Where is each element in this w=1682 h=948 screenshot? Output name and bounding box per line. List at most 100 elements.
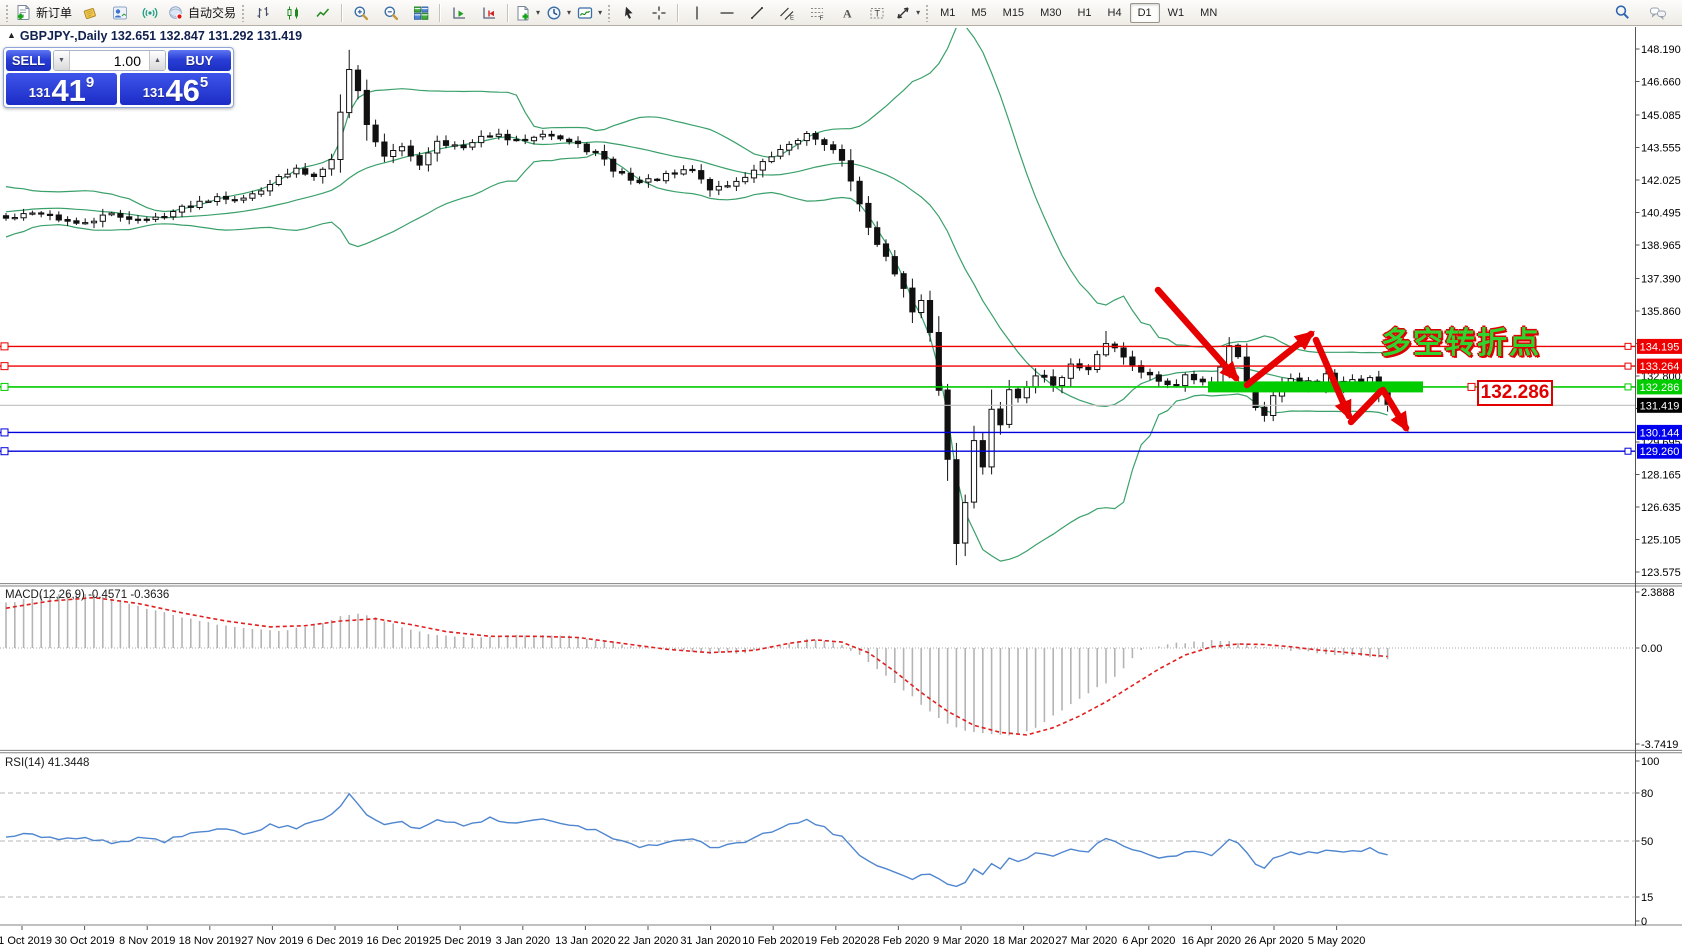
channel-icon: E (779, 5, 795, 21)
trend-arrow[interactable] (1379, 386, 1410, 433)
chart-shift-button[interactable] (474, 2, 504, 24)
volume-decrease-button[interactable]: ▼ (54, 51, 70, 70)
zoom-in-button[interactable] (346, 2, 376, 24)
fibonacci-button[interactable]: F (802, 2, 832, 24)
svg-text:10 Feb 2020: 10 Feb 2020 (742, 935, 804, 947)
line-handle[interactable] (0, 342, 9, 351)
price-label-anchor[interactable] (1467, 382, 1476, 391)
line-chart-button[interactable] (308, 2, 338, 24)
trend-arrow-annotations[interactable] (1154, 286, 1410, 433)
candlestick-chart-button[interactable] (278, 2, 308, 24)
autotrading-button[interactable]: 自动交易 (165, 2, 239, 24)
sell-button[interactable]: SELL (6, 50, 51, 71)
svg-text:25 Dec 2019: 25 Dec 2019 (429, 935, 491, 947)
timeframe-m5-button[interactable]: M5 (963, 3, 994, 23)
chat-button[interactable] (1643, 2, 1673, 24)
volume-input[interactable]: 1.00 (70, 51, 149, 70)
svg-text:9 Mar 2020: 9 Mar 2020 (933, 935, 989, 947)
text-button[interactable]: A (832, 2, 862, 24)
line-handle[interactable] (1624, 362, 1632, 370)
profiles-menu-button[interactable]: ▾ (543, 2, 574, 24)
tile-windows-button[interactable] (406, 2, 436, 24)
search-button[interactable] (1607, 2, 1637, 24)
turning-point-annotation[interactable]: 多空转折点 (1381, 318, 1541, 362)
profiles-button[interactable] (105, 2, 135, 24)
signals-button[interactable] (135, 2, 165, 24)
new-order-button[interactable]: 新订单 (12, 2, 75, 24)
line-handle[interactable] (1624, 447, 1632, 455)
svg-text:13 Jan 2020: 13 Jan 2020 (555, 935, 616, 947)
dropdown-caret-icon[interactable]: ▾ (916, 8, 920, 17)
svg-text:131.419: 131.419 (1640, 400, 1680, 412)
svg-text:6 Apr 2020: 6 Apr 2020 (1122, 935, 1175, 947)
line-handle[interactable] (0, 447, 9, 456)
zoom-out-button[interactable] (376, 2, 406, 24)
bar-chart-button[interactable] (248, 2, 278, 24)
line-handle[interactable] (0, 382, 9, 391)
text-icon: A (839, 5, 855, 21)
timeframe-m1-button[interactable]: M1 (932, 3, 963, 23)
svg-text:27 Mar 2020: 27 Mar 2020 (1055, 935, 1117, 947)
trend-arrow[interactable] (1243, 330, 1315, 389)
timeframe-m15-button[interactable]: M15 (995, 3, 1032, 23)
buy-button[interactable]: BUY (168, 50, 231, 71)
line-handle[interactable] (0, 428, 9, 437)
shapes-button[interactable]: ▾ (892, 2, 923, 24)
timeframe-d1-button[interactable]: D1 (1129, 2, 1160, 23)
dropdown-caret-icon[interactable]: ▾ (598, 8, 602, 17)
trend-line-button[interactable] (742, 2, 772, 24)
svg-text:128.165: 128.165 (1641, 470, 1681, 482)
toolbar-drag-handle[interactable] (241, 3, 247, 22)
timeframe-w1-button[interactable]: W1 (1160, 3, 1193, 23)
collapse-objects-icon[interactable]: ▲ (7, 30, 16, 40)
journal-button[interactable] (75, 2, 105, 24)
line-handle[interactable] (1624, 383, 1632, 391)
timeframe-m30-button[interactable]: M30 (1032, 3, 1069, 23)
signal-icon (142, 5, 158, 21)
chart-canvas[interactable]: 148.190 146.660 145.085 143.555 142.025 140.4… (0, 0, 1682, 948)
fibo-icon: F (809, 5, 825, 21)
macd-pane (0, 592, 1636, 736)
dropdown-caret-icon[interactable]: ▾ (567, 8, 571, 17)
auto-scroll-button[interactable] (444, 2, 474, 24)
svg-text:126.635: 126.635 (1641, 502, 1681, 514)
volume-increase-button[interactable]: ▲ (149, 51, 165, 70)
trend-arrow[interactable] (1154, 286, 1240, 382)
indicators-window-button[interactable]: ▾ (574, 2, 605, 24)
horizontal-line-button[interactable] (712, 2, 742, 24)
dropdown-caret-icon[interactable]: ▾ (536, 8, 540, 17)
crosshair-button[interactable] (644, 2, 674, 24)
toolbar-drag-handle[interactable] (607, 3, 613, 22)
svg-text:18 Mar 2020: 18 Mar 2020 (993, 935, 1055, 947)
timeframe-h4-button[interactable]: H4 (1100, 3, 1130, 23)
svg-text:134.195: 134.195 (1640, 341, 1680, 353)
toolbar-drag-handle[interactable] (925, 3, 931, 22)
toolbar-right-group (1607, 2, 1679, 24)
svg-text:140.495: 140.495 (1641, 208, 1681, 220)
cursor-button[interactable] (614, 2, 644, 24)
price-level-label[interactable]: 132.286 (1477, 380, 1553, 406)
rsi-value: 41.3448 (47, 757, 90, 769)
trend-arrow[interactable] (1347, 387, 1385, 426)
line-handle[interactable] (0, 362, 9, 371)
svg-text:A: A (843, 6, 852, 20)
toolbar-drag-handle[interactable] (5, 3, 10, 22)
svg-text:8 Nov 2019: 8 Nov 2019 (119, 935, 175, 947)
macd-signal-value: -0.3636 (130, 589, 170, 601)
ask-price-panel[interactable]: 131 46 5 (120, 73, 231, 106)
svg-text:27 Nov 2019: 27 Nov 2019 (241, 935, 303, 947)
equidistant-channel-button[interactable]: E (772, 2, 802, 24)
text-label-button[interactable]: T (862, 2, 892, 24)
svg-text:148.190: 148.190 (1641, 44, 1681, 56)
toolbar-separator (507, 3, 510, 22)
vertical-line-button[interactable] (682, 2, 712, 24)
support-zone-rect[interactable] (1208, 381, 1423, 393)
new-chart-button[interactable]: ▾ (512, 2, 543, 24)
timeframe-h1-button[interactable]: H1 (1069, 3, 1099, 23)
ask-price-pip: 5 (199, 74, 209, 91)
svg-text:26 Apr 2020: 26 Apr 2020 (1244, 935, 1303, 947)
timeframe-mn-button[interactable]: MN (1192, 3, 1225, 23)
rsi-label: RSI(14) 41.3448 (5, 757, 89, 769)
line-handle[interactable] (1624, 342, 1632, 350)
bid-price-panel[interactable]: 131 41 9 (6, 73, 117, 106)
